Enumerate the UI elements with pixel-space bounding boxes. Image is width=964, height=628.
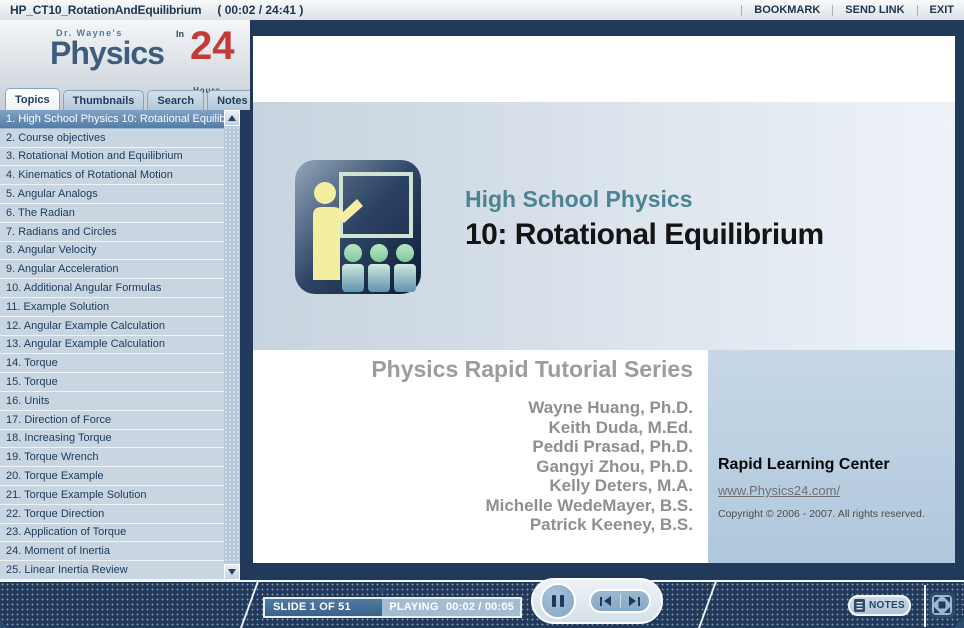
prev-next-group [589,589,651,613]
topic-item[interactable]: 15. Torque [0,373,224,392]
author-line: Patrick Keeney, B.S. [529,515,693,534]
topic-item[interactable]: 8. Angular Velocity [0,241,224,261]
pause-icon [560,595,564,607]
org-url-link[interactable]: www.Physics24.com/ [718,483,840,498]
author-line: Gangyi Zhou, Ph.D. [536,456,693,476]
elapsed-total-time: ( 00:02 / 24:41 ) [217,3,304,17]
topic-item[interactable]: 10. Additional Angular Formulas [0,279,224,298]
fullscreen-button[interactable] [929,592,955,618]
progress-status: PLAYING [389,601,439,613]
next-icon [629,596,637,606]
topic-item[interactable]: 16. Units [0,391,224,411]
presentation-title: HP_CT10_RotationAndEquilibrium [10,3,202,17]
corner-decoration [0,620,8,628]
topic-item[interactable]: 5. Angular Analogs [0,185,224,204]
topic-item[interactable]: 20. Torque Example [0,467,224,486]
topic-item[interactable]: 1. High School Physics 10: Rotational Eq… [0,110,224,129]
classroom-icon [295,160,421,294]
arrow-down-icon [228,569,236,575]
topic-item[interactable]: 9. Angular Acceleration [0,260,224,280]
topic-item[interactable]: 6. The Radian [0,203,224,223]
topic-item[interactable]: 2. Course objectives [0,128,224,148]
divider [239,582,259,628]
notes-icon [854,599,866,612]
author-line: Kelly Deters, M.A. [549,476,693,495]
divider [741,4,743,16]
sidebar-header: Dr. Wayne's Physics In 24 Hours Topics Th… [0,20,250,110]
exit-button[interactable]: EXIT [930,4,954,16]
course-label: High School Physics [465,186,693,212]
divider [697,582,717,628]
topic-item[interactable]: 25. Linear Inertia Review [0,561,224,580]
scroll-down-button[interactable] [224,564,240,580]
playback-bar: SLIDE 1 OF 51 PLAYING 00:02 / 00:05 NOTE… [0,578,964,628]
transport-controls [531,578,663,624]
topic-item[interactable]: 19. Torque Wrench [0,448,224,468]
author-line: Michelle WedeMayer, B.S. [485,495,693,515]
author-line: Wayne Huang, Ph.D. [528,398,693,417]
author-line: Peddi Prasad, Ph.D. [532,437,693,456]
logo-in-text: In [176,29,184,39]
slide-counter: SLIDE 1 OF 51 [273,601,351,613]
resize-grip[interactable] [953,617,964,628]
topic-item[interactable]: 23. Application of Torque [0,523,224,543]
send-link-button[interactable]: SEND LINK [845,4,904,16]
title-bar-actions: BOOKMARK SEND LINK EXIT [729,4,954,16]
presentation-player-window: HP_CT10_RotationAndEquilibrium ( 00:02 /… [0,0,964,628]
next-icon [638,596,641,606]
topic-item[interactable]: 24. Moment of Inertia [0,542,224,562]
divider [916,4,918,16]
authors-list: Wayne Huang, Ph.D. Keith Duda, M.Ed. Peddi… [485,398,693,535]
topic-item[interactable]: 3. Rotational Motion and Equilibrium [0,147,224,167]
previous-slide-button[interactable] [591,591,620,611]
progress-bar[interactable]: SLIDE 1 OF 51 PLAYING 00:02 / 00:05 [263,597,522,618]
topics-panel: 1. High School Physics 10: Rotational Eq… [0,110,240,580]
author-line: Keith Duda, M.Ed. [548,417,694,437]
topic-item[interactable]: 14. Torque [0,354,224,374]
topic-item[interactable]: 13. Angular Example Calculation [0,335,224,355]
divider [832,4,834,16]
pause-button[interactable] [540,583,576,619]
sidebar-tab[interactable]: Topics [5,88,60,110]
slide-time: 00:02 / 00:05 [445,601,514,613]
prev-icon [599,596,602,606]
series-title: Physics Rapid Tutorial Series [371,356,693,382]
slide-title: 10: Rotational Equilibrium [465,218,824,251]
topic-item[interactable]: 21. Torque Example Solution [0,485,224,505]
notes-label: NOTES [869,600,905,611]
prev-icon [603,596,611,606]
org-name: Rapid Learning Center [718,456,890,473]
arrow-up-icon [228,115,236,121]
topics-scrollbar[interactable] [224,110,240,580]
logo-24-text: 24 [190,24,235,68]
sidebar-tabs: Topics Thumbnails Search Notes [5,88,250,110]
topic-item[interactable]: 4. Kinematics of Rotational Motion [0,166,224,186]
sidebar-tab[interactable]: Search [147,90,205,110]
copyright-text: Copyright © 2006 - 2007. All rights rese… [718,508,925,520]
scroll-up-button[interactable] [224,110,240,126]
topic-item[interactable]: 11. Example Solution [0,297,224,317]
divider [924,585,926,627]
topic-item[interactable]: 17. Direction of Force [0,410,224,430]
next-slide-button[interactable] [621,591,650,611]
logo-brand-text: Physics [50,35,165,71]
progress-marker[interactable] [377,588,388,594]
topic-item[interactable]: 22. Torque Direction [0,504,224,524]
topic-item[interactable]: 18. Increasing Torque [0,429,224,449]
sidebar-tab[interactable]: Notes [207,90,250,110]
topic-item[interactable]: 12. Angular Example Calculation [0,316,224,336]
pause-icon [552,595,556,607]
progress-area: SLIDE 1 OF 51 PLAYING 00:02 / 00:05 [263,588,522,620]
topics-list: 1. High School Physics 10: Rotational Eq… [0,110,224,580]
sidebar-tab[interactable]: Thumbnails [62,90,145,110]
bookmark-button[interactable]: BOOKMARK [754,4,820,16]
slide-canvas: High School Physics 10: Rotational Equil… [253,36,955,563]
topic-item[interactable]: 7. Radians and Circles [0,222,224,242]
title-bar: HP_CT10_RotationAndEquilibrium ( 00:02 /… [0,0,964,20]
notes-button[interactable]: NOTES [848,595,911,616]
